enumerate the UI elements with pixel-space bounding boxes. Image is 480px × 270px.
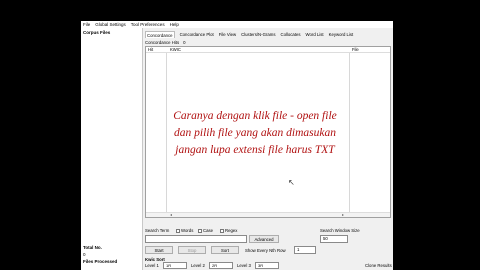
mouse-cursor-icon: ↖ <box>288 178 295 187</box>
tab-concordance[interactable]: Concordance <box>145 31 175 38</box>
advanced-button[interactable]: Advanced <box>249 235 279 243</box>
clone-results-button[interactable]: Clone Results <box>365 263 392 268</box>
words-check-icon <box>176 228 180 233</box>
level2-select[interactable]: 2R <box>209 262 233 269</box>
scroll-right-icon[interactable]: ▸ <box>342 212 344 217</box>
concordance-hits-value: 0 <box>183 40 186 45</box>
scroll-left-icon[interactable]: ◂ <box>170 212 172 217</box>
search-window-size-label: Search Window Size <box>320 228 360 233</box>
instruction-caption: Caranya dengan klik file - open file dan… <box>140 108 370 159</box>
column-hit[interactable]: Hit <box>148 47 153 53</box>
search-window-size-stepper[interactable]: 50 <box>320 235 348 243</box>
files-processed-label: Files Processed <box>83 259 118 264</box>
level3-label: Level 3 <box>237 263 251 268</box>
nth-row-stepper[interactable]: 1 <box>294 246 316 254</box>
level1-label: Level 1 <box>145 263 159 268</box>
tool-tabs: Concordance Concordance Plot File View C… <box>145 31 353 38</box>
level2-label: Level 2 <box>191 263 205 268</box>
tab-clusters-ngrams[interactable]: Clusters/N-Grams <box>241 31 275 38</box>
level3-select[interactable]: 3R <box>255 262 279 269</box>
menu-file[interactable]: File <box>83 21 90 28</box>
case-check-icon <box>198 228 202 233</box>
tab-collocates[interactable]: Collocates <box>280 31 300 38</box>
menu-global-settings[interactable]: Global Settings <box>95 21 126 28</box>
tab-concordance-plot[interactable]: Concordance Plot <box>180 31 214 38</box>
caption-line-2: dan pilih file yang akan dimasukan <box>174 127 336 139</box>
search-window-size-value: 50 <box>323 236 328 241</box>
results-column-header: Hit KWIC File <box>146 47 390 53</box>
regex-label: Regex <box>225 228 238 233</box>
level1-select[interactable]: 1R <box>163 262 187 269</box>
column-kwic[interactable]: KWIC <box>170 47 181 53</box>
tab-file-view[interactable]: File View <box>219 31 236 38</box>
tab-keyword-list[interactable]: Keyword List <box>329 31 354 38</box>
corpus-files-title: Corpus Files <box>83 30 111 35</box>
horizontal-scrollbar[interactable]: ◂ ▸ <box>146 212 390 217</box>
case-label: Case <box>203 228 214 233</box>
nth-row-value: 1 <box>297 247 300 252</box>
tab-word-list[interactable]: Word List <box>306 31 324 38</box>
level1-value: 1R <box>166 263 172 268</box>
search-input[interactable] <box>145 235 247 243</box>
sort-button[interactable]: Sort <box>211 246 239 254</box>
corpus-files-panel[interactable]: Corpus Files Total No. 0 Files Processed <box>81 28 143 270</box>
words-checkbox[interactable]: Words <box>176 228 193 233</box>
column-file[interactable]: File <box>352 47 359 53</box>
regex-check-icon <box>220 228 224 233</box>
kwic-sort-label: Kwic Sort <box>145 257 165 262</box>
level2-value: 2R <box>212 263 218 268</box>
show-every-nth-row-label: Show Every Nth Row <box>245 248 286 253</box>
case-checkbox[interactable]: Case <box>198 228 213 233</box>
concordance-hits-row: Concordance Hits 0 <box>145 40 186 45</box>
search-term-label: Search Term <box>145 228 170 233</box>
concordance-hits-label: Concordance Hits <box>145 40 180 45</box>
menu-help[interactable]: Help <box>170 21 179 28</box>
caption-line-1: Caranya dengan klik file - open file <box>173 110 337 122</box>
stop-button[interactable]: Stop <box>178 246 206 254</box>
words-label: Words <box>181 228 194 233</box>
regex-checkbox[interactable]: Regex <box>220 228 237 233</box>
start-button[interactable]: Start <box>145 246 173 254</box>
menu-tool-preferences[interactable]: Tool Preferences <box>131 21 165 28</box>
caption-line-3: jangan lupa extensi file harus TXT <box>175 144 335 156</box>
total-no-value: 0 <box>83 252 86 257</box>
total-no-label: Total No. <box>83 245 102 250</box>
level3-value: 3R <box>258 263 264 268</box>
menu-bar: File Global Settings Tool Preferences He… <box>81 21 393 28</box>
